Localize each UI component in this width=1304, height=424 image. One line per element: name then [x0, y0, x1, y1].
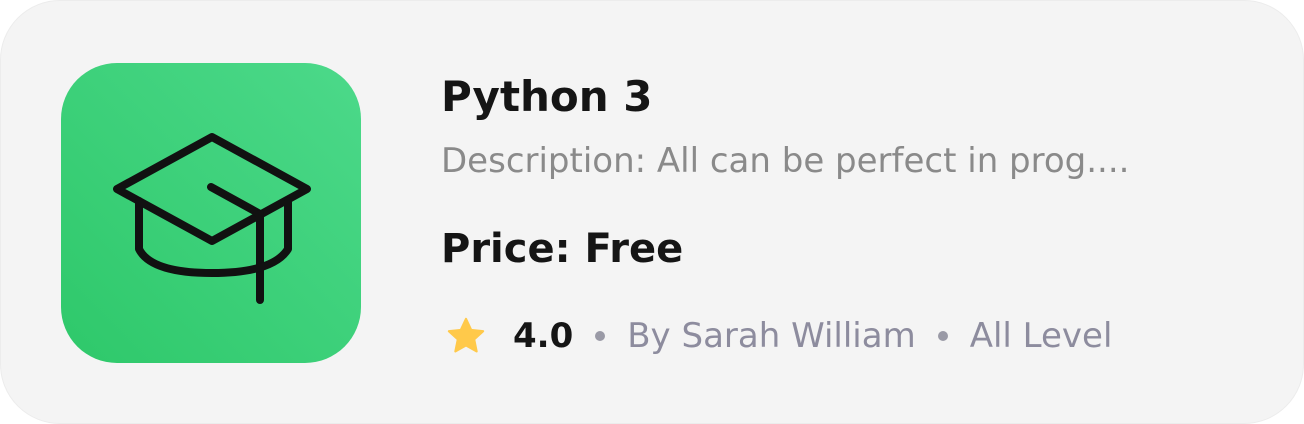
graduation-cap-icon — [113, 133, 311, 304]
course-thumbnail — [61, 63, 361, 363]
separator-dot — [937, 331, 948, 341]
course-title[interactable]: Python 3 — [441, 71, 653, 123]
course-level: All Level — [969, 316, 1113, 356]
separator-dot — [595, 331, 606, 341]
star-icon — [447, 317, 485, 353]
rating-value: 4.0 — [513, 316, 574, 356]
course-description: Description: All can be perfect in prog.… — [441, 141, 1130, 181]
course-author[interactable]: By Sarah William — [627, 316, 915, 356]
course-price: Price: Free — [441, 226, 684, 272]
course-card[interactable]: Python 3 Description: All can be perfect… — [0, 0, 1304, 424]
course-meta: 4.0 By Sarah William All Level — [445, 313, 1112, 359]
